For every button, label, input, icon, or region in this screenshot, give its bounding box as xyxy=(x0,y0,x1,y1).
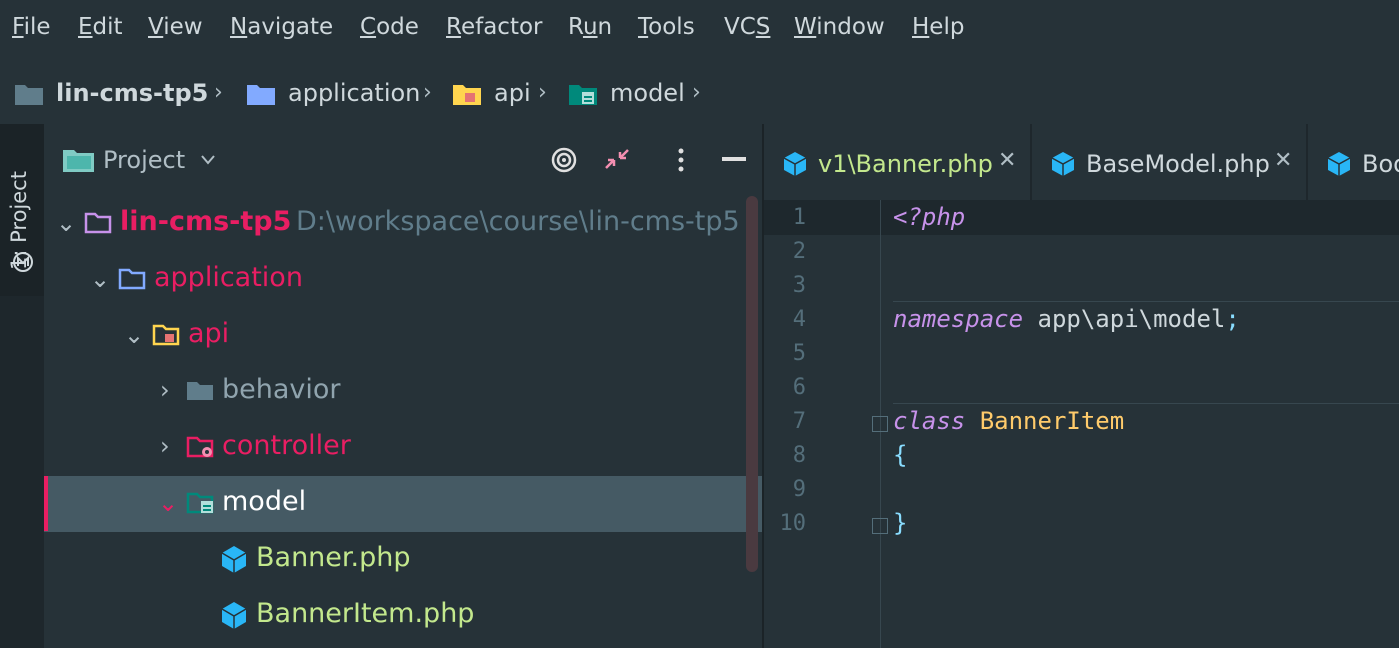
chevron-right-icon: › xyxy=(692,80,701,105)
folder-icon xyxy=(15,85,43,105)
fold-marker-icon[interactable] xyxy=(872,416,888,432)
chevron-down-icon[interactable]: ⌄ xyxy=(124,321,144,349)
chevron-down-icon[interactable]: ⌄ xyxy=(56,209,76,237)
tree-file-banner: Banner.php xyxy=(256,542,411,573)
php-class-icon xyxy=(1051,152,1075,176)
php-class-icon xyxy=(221,602,247,629)
menu-refactor[interactable]: Refactor xyxy=(446,14,543,40)
keyword-class: class xyxy=(893,407,966,435)
menu-code[interactable]: Code xyxy=(360,14,419,40)
menu-vcs[interactable]: VCS xyxy=(724,14,770,40)
namespace-path: app\api\model xyxy=(1023,305,1226,333)
tree-row-behavior[interactable] xyxy=(44,364,762,420)
folder-icon xyxy=(187,382,213,400)
line-number: 4 xyxy=(792,307,806,332)
method-separator xyxy=(893,403,1399,404)
tab-boo-label: Boo xyxy=(1362,150,1399,178)
code-namespace-line: namespace app\api\model; xyxy=(893,305,1240,333)
breadcrumb-model[interactable]: model xyxy=(610,79,685,107)
keyword-namespace: namespace xyxy=(893,305,1024,333)
project-tool-label: 1: Project xyxy=(7,171,31,270)
module-folder-icon xyxy=(84,212,112,234)
tree-row-application[interactable] xyxy=(44,252,762,308)
chevron-right-icon: › xyxy=(423,80,432,105)
chevron-down-icon[interactable]: ⌄ xyxy=(158,489,178,517)
tree-file-banneritem: BannerItem.php xyxy=(256,598,475,629)
code-class-line: class BannerItem xyxy=(893,407,1124,435)
more-options-icon[interactable] xyxy=(676,147,686,173)
tree-controller: controller xyxy=(222,430,351,461)
class-name: BannerItem xyxy=(965,407,1125,435)
tree-root-path: D:\workspace\course\lin-cms-tp5 xyxy=(296,206,740,237)
breadcrumb-application[interactable]: application xyxy=(288,79,420,107)
php-class-icon xyxy=(1327,152,1351,176)
folder-icon xyxy=(118,268,146,290)
project-view-icon xyxy=(63,150,94,172)
chevron-right-icon: › xyxy=(538,80,547,105)
menu-window[interactable]: Window xyxy=(794,14,885,40)
menu-bar: File Edit View Navigate Code Refactor Ru… xyxy=(0,0,1399,62)
method-separator xyxy=(893,301,1399,302)
tab-banner-label: v1\Banner.php xyxy=(818,150,993,178)
code-close-brace: } xyxy=(893,509,908,537)
tree-behavior: behavior xyxy=(222,374,341,405)
code-open-brace: { xyxy=(893,441,908,469)
close-icon[interactable]: ✕ xyxy=(998,148,1016,173)
selection-marker xyxy=(44,476,48,531)
current-line-highlight xyxy=(764,200,1399,235)
chevron-right-icon[interactable]: › xyxy=(160,376,170,404)
tree-row-model[interactable] xyxy=(44,476,762,532)
line-number: 8 xyxy=(792,443,806,468)
line-number: 9 xyxy=(792,477,806,502)
tree-application: application xyxy=(154,262,303,293)
fold-marker-icon[interactable] xyxy=(872,518,888,534)
line-number: 6 xyxy=(792,375,806,400)
menu-run[interactable]: Run xyxy=(568,14,612,40)
close-icon[interactable]: ✕ xyxy=(1274,148,1292,173)
line-number: 5 xyxy=(792,341,806,366)
menu-help[interactable]: Help xyxy=(912,14,964,40)
tab-basemodel-label: BaseModel.php xyxy=(1086,150,1270,178)
line-number: 1 xyxy=(792,205,806,230)
tree-root-name: lin-cms-tp5 xyxy=(120,206,292,237)
chevron-right-icon[interactable]: › xyxy=(160,432,170,460)
breadcrumb-api[interactable]: api xyxy=(494,79,531,107)
chevron-down-icon[interactable] xyxy=(200,154,216,166)
php-class-icon xyxy=(221,546,247,573)
menu-view[interactable]: View xyxy=(148,14,203,40)
package-folder-icon xyxy=(152,324,180,346)
tree-row-controller[interactable] xyxy=(44,420,762,476)
line-number: 2 xyxy=(792,239,806,264)
model-folder-icon xyxy=(186,492,214,514)
line-number: 3 xyxy=(792,273,806,298)
tree-api: api xyxy=(188,318,230,349)
breadcrumb-project[interactable]: lin-cms-tp5 xyxy=(56,79,208,107)
line-number: 7 xyxy=(792,409,806,434)
collapse-all-icon[interactable] xyxy=(603,147,631,173)
menu-file[interactable]: File xyxy=(12,14,51,40)
php-class-icon xyxy=(783,152,807,176)
tree-model: model xyxy=(222,486,307,517)
semicolon: ; xyxy=(1225,305,1240,333)
chevron-right-icon: › xyxy=(214,80,223,105)
line-number: 10 xyxy=(779,511,807,536)
menu-tools[interactable]: Tools xyxy=(638,14,695,40)
minimize-icon[interactable] xyxy=(722,157,746,163)
menu-edit[interactable]: Edit xyxy=(78,14,123,40)
tree-scrollbar[interactable] xyxy=(746,196,758,572)
controller-folder-icon xyxy=(186,436,214,458)
folder-icon xyxy=(247,85,275,105)
menu-navigate[interactable]: Navigate xyxy=(230,14,333,40)
project-view-selector[interactable]: Project xyxy=(103,146,185,174)
model-folder-icon xyxy=(569,85,597,105)
package-folder-icon xyxy=(453,85,481,105)
chevron-down-icon[interactable]: ⌄ xyxy=(90,265,110,293)
locate-icon[interactable] xyxy=(550,146,578,174)
code-php-open-tag: <?php xyxy=(893,203,966,231)
